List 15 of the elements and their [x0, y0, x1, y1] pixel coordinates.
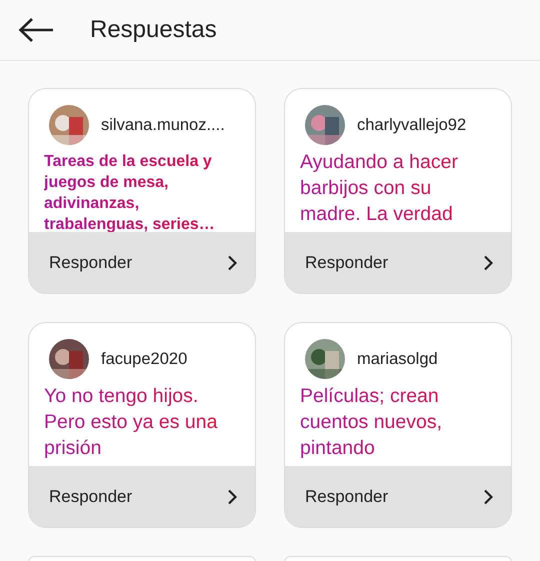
reply-button[interactable]: Responder	[29, 466, 255, 527]
page-title: Respuestas	[90, 16, 217, 44]
chevron-right-icon	[483, 254, 493, 270]
reply-button[interactable]: Responder	[285, 232, 511, 293]
chevron-right-icon	[227, 254, 237, 270]
back-button[interactable]	[16, 15, 56, 45]
back-arrow-icon	[18, 17, 54, 43]
chevron-right-icon	[483, 488, 493, 504]
username: silvana.munoz....	[101, 116, 225, 134]
reply-button[interactable]: Responder	[29, 232, 255, 293]
reply-button[interactable]: Responder	[285, 466, 511, 527]
username: charlyvallejo92	[357, 116, 466, 134]
username: mariasolgd	[357, 350, 438, 368]
username: facupe2020	[101, 350, 188, 368]
chevron-right-icon	[227, 488, 237, 504]
